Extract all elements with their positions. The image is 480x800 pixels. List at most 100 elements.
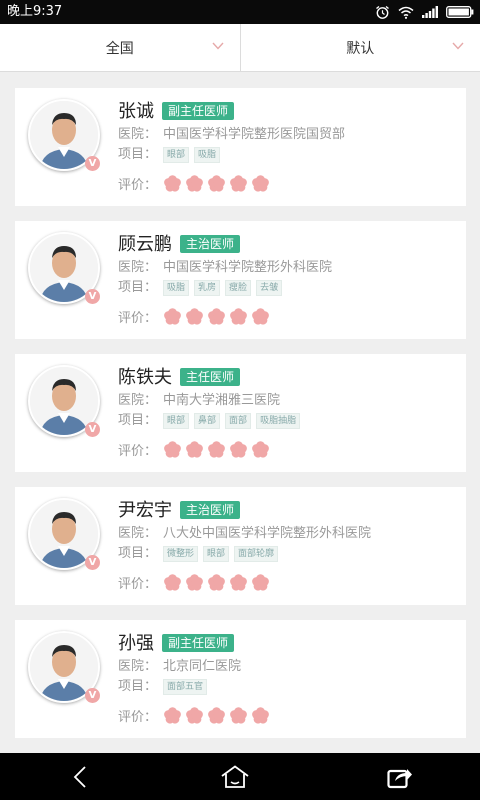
chevron-down-icon bbox=[211, 42, 224, 50]
rating-flower-icon bbox=[230, 707, 247, 724]
project-tags: 眼部 吸脂 bbox=[163, 147, 225, 163]
project-tag: 面部 bbox=[225, 413, 252, 429]
rating-flower-icon bbox=[186, 707, 203, 724]
verified-badge: V bbox=[85, 289, 100, 304]
rating-flower-icon bbox=[164, 707, 181, 724]
doctor-title-badge: 主任医师 bbox=[180, 368, 241, 386]
back-button[interactable] bbox=[40, 753, 120, 800]
projects-label: 项目： bbox=[118, 147, 158, 162]
doctor-card[interactable]: V 张诚 副主任医师 医院： 中国医学科学院整形医院国贸部 项目： 眼部 吸脂 评价： bbox=[15, 88, 466, 206]
rating-label: 评价： bbox=[118, 577, 158, 592]
rating-flower-icon bbox=[208, 175, 225, 192]
doctor-name: 陈铁夫 bbox=[118, 367, 172, 388]
avatar-wrap: V bbox=[28, 99, 100, 171]
rating-flower-icon bbox=[208, 308, 225, 325]
rating-stars bbox=[163, 440, 270, 459]
rating-flower-icon bbox=[186, 308, 203, 325]
share-icon bbox=[387, 768, 412, 788]
doctor-name: 尹宏宇 bbox=[118, 500, 172, 521]
rating-flower-icon bbox=[208, 441, 225, 458]
filter-bar: 全国 默认 bbox=[0, 24, 480, 72]
rating-stars bbox=[163, 706, 270, 725]
hospital-name: 八大处中国医学科学院整形外科医院 bbox=[163, 526, 372, 541]
hospital-label: 医院： bbox=[118, 659, 158, 674]
avatar-wrap: V bbox=[28, 232, 100, 304]
hospital-name: 中南大学湘雅三医院 bbox=[163, 393, 281, 408]
rating-flower-icon bbox=[164, 175, 181, 192]
hospital-row: 医院： 中国医学科学院整形医院国贸部 bbox=[118, 126, 345, 144]
avatar-wrap: V bbox=[28, 498, 100, 570]
project-tags: 微整形 眼部 面部轮廓 bbox=[163, 546, 283, 562]
hospital-label: 医院： bbox=[118, 260, 158, 275]
rating-label: 评价： bbox=[118, 710, 158, 725]
doctor-card[interactable]: V 尹宏宇 主治医师 医院： 八大处中国医学科学院整形外科医院 项目： 微整形 眼部 面部… bbox=[15, 487, 466, 605]
region-filter[interactable]: 全国 bbox=[0, 24, 241, 71]
rating-flower-icon bbox=[252, 175, 269, 192]
project-tag: 瘦脸 bbox=[225, 280, 252, 296]
project-tag: 吸脂 bbox=[163, 280, 190, 296]
hospital-name: 中国医学科学院整形医院国贸部 bbox=[163, 127, 346, 142]
rating-flower-icon bbox=[186, 574, 203, 591]
project-tags: 眼部 鼻部 面部 吸脂抽脂 bbox=[163, 413, 305, 429]
projects-row: 项目： 眼部 鼻部 面部 吸脂抽脂 bbox=[118, 412, 305, 430]
status-time: 晚上9:37 bbox=[7, 4, 63, 19]
project-tag: 面部五官 bbox=[163, 679, 208, 695]
sort-filter-label: 默认 bbox=[346, 40, 375, 57]
projects-label: 项目： bbox=[118, 413, 158, 428]
doctor-list: V 张诚 副主任医师 医院： 中国医学科学院整形医院国贸部 项目： 眼部 吸脂 评价： bbox=[15, 88, 466, 753]
project-tag: 鼻部 bbox=[194, 413, 221, 429]
home-button[interactable] bbox=[195, 753, 275, 800]
avatar-wrap: V bbox=[28, 365, 100, 437]
project-tag: 眼部 bbox=[163, 413, 190, 429]
rating-row: 评价： bbox=[118, 573, 270, 594]
project-tags: 吸脂 乳房 瘦脸 去皱 bbox=[163, 280, 287, 296]
projects-row: 项目： 眼部 吸脂 bbox=[118, 146, 225, 164]
rating-flower-icon bbox=[230, 441, 247, 458]
rating-flower-icon bbox=[252, 441, 269, 458]
rating-row: 评价： bbox=[118, 440, 270, 461]
rating-stars bbox=[163, 573, 270, 592]
projects-row: 项目： 吸脂 乳房 瘦脸 去皱 bbox=[118, 279, 287, 297]
doctor-name: 孙强 bbox=[118, 633, 154, 654]
doctor-title-badge: 主治医师 bbox=[180, 235, 241, 253]
hospital-row: 医院： 中南大学湘雅三医院 bbox=[118, 392, 280, 410]
sort-filter[interactable]: 默认 bbox=[241, 24, 480, 71]
verified-badge: V bbox=[85, 688, 100, 703]
rating-flower-icon bbox=[164, 574, 181, 591]
verified-badge: V bbox=[85, 422, 100, 437]
rating-flower-icon bbox=[164, 441, 181, 458]
share-button[interactable] bbox=[360, 753, 440, 800]
projects-label: 项目： bbox=[118, 546, 158, 561]
hospital-label: 医院： bbox=[118, 127, 158, 142]
hospital-label: 医院： bbox=[118, 393, 158, 408]
status-bar: 晚上9:37 bbox=[0, 0, 480, 24]
doctor-name: 顾云鹏 bbox=[118, 234, 172, 255]
rating-stars bbox=[163, 174, 270, 193]
doctor-title-badge: 副主任医师 bbox=[162, 102, 235, 120]
projects-row: 项目： 微整形 眼部 面部轮廓 bbox=[118, 545, 283, 563]
rating-label: 评价： bbox=[118, 311, 158, 326]
rating-row: 评价： bbox=[118, 307, 270, 328]
rating-label: 评价： bbox=[118, 444, 158, 459]
hospital-name: 北京同仁医院 bbox=[163, 659, 242, 674]
project-tag: 去皱 bbox=[256, 280, 283, 296]
back-icon bbox=[73, 765, 86, 788]
signal-icon bbox=[422, 6, 438, 18]
rating-flower-icon bbox=[230, 308, 247, 325]
project-tag: 吸脂抽脂 bbox=[256, 413, 301, 429]
doctor-card[interactable]: V 陈铁夫 主任医师 医院： 中南大学湘雅三医院 项目： 眼部 鼻部 面部 吸脂抽脂 评价： bbox=[15, 354, 466, 472]
projects-label: 项目： bbox=[118, 280, 158, 295]
project-tag: 微整形 bbox=[163, 546, 199, 562]
doctor-card[interactable]: V 顾云鹏 主治医师 医院： 中国医学科学院整形外科医院 项目： 吸脂 乳房 瘦脸 去皱 评… bbox=[15, 221, 466, 339]
system-nav-bar bbox=[0, 753, 480, 800]
project-tag: 面部轮廓 bbox=[234, 546, 279, 562]
rating-label: 评价： bbox=[118, 178, 158, 193]
doctor-card[interactable]: V 孙强 副主任医师 医院： 北京同仁医院 项目： 面部五官 评价： bbox=[15, 620, 466, 738]
rating-flower-icon bbox=[252, 574, 269, 591]
doctor-title-badge: 副主任医师 bbox=[162, 634, 235, 652]
rating-flower-icon bbox=[186, 175, 203, 192]
status-icons bbox=[375, 3, 474, 21]
project-tag: 眼部 bbox=[163, 147, 190, 163]
rating-flower-icon bbox=[230, 175, 247, 192]
rating-flower-icon bbox=[252, 707, 269, 724]
